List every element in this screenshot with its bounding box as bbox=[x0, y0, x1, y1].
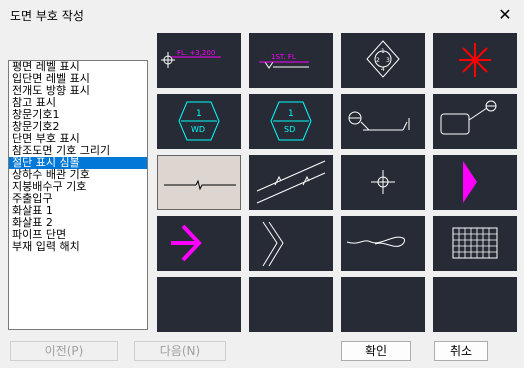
window-bottom-1: WD bbox=[191, 125, 205, 134]
cancel-button[interactable]: 취소 bbox=[434, 341, 488, 361]
symbol-window-1[interactable]: 1 WD bbox=[157, 94, 241, 149]
window-top-2: 1 bbox=[288, 109, 294, 119]
symbol-empty bbox=[341, 277, 425, 332]
symbol-reference[interactable] bbox=[433, 33, 517, 88]
window-top-1: 1 bbox=[196, 109, 202, 119]
dir-num-4: 4 bbox=[381, 66, 385, 73]
symbol-pipe[interactable] bbox=[249, 155, 333, 210]
title-bar: 도면 부호 작성 ✕ bbox=[0, 0, 524, 30]
symbol-pipe-section[interactable] bbox=[341, 216, 425, 271]
symbol-empty bbox=[433, 277, 517, 332]
symbol-window-2[interactable]: 1 SD bbox=[249, 94, 333, 149]
window-bottom-2: SD bbox=[284, 125, 295, 134]
symbol-level-elevation[interactable]: 1ST. FL bbox=[249, 33, 333, 88]
symbol-empty bbox=[249, 277, 333, 332]
symbol-cut-mark-selected[interactable] bbox=[157, 155, 241, 210]
dir-num-2: 2 bbox=[376, 57, 380, 64]
floor-label: 1ST. FL bbox=[271, 53, 296, 61]
symbol-arrow-1[interactable] bbox=[157, 216, 241, 271]
symbol-ref-drawing[interactable] bbox=[433, 94, 517, 149]
symbol-direction[interactable]: 1 2 3 4 bbox=[341, 33, 425, 88]
close-icon[interactable]: ✕ bbox=[494, 4, 516, 26]
prev-button[interactable]: 이전(P) bbox=[10, 341, 118, 361]
symbol-roof-drain[interactable] bbox=[341, 155, 425, 210]
symbol-section-mark[interactable] bbox=[341, 94, 425, 149]
list-item[interactable]: 부재 입력 해치 bbox=[9, 241, 147, 253]
window-title: 도면 부호 작성 bbox=[10, 9, 84, 23]
dir-num-1: 1 bbox=[381, 48, 385, 55]
symbol-arrow-2[interactable] bbox=[249, 216, 333, 271]
level-label: FL. +3,200 bbox=[177, 49, 215, 57]
symbol-list[interactable]: 평면 레벨 표시 입단면 레벨 표시 전개도 방향 표시 참고 표시 창문기호1… bbox=[8, 60, 148, 330]
symbol-grid: FL. +3,200 1ST. FL 1 2 3 4 1 WD 1 SD bbox=[157, 33, 519, 334]
next-button[interactable]: 다음(N) bbox=[134, 341, 226, 361]
symbol-main-entrance[interactable] bbox=[433, 155, 517, 210]
symbol-empty bbox=[157, 277, 241, 332]
symbol-hatch[interactable] bbox=[433, 216, 517, 271]
symbol-level-plan[interactable]: FL. +3,200 bbox=[157, 33, 241, 88]
dir-num-3: 3 bbox=[386, 57, 390, 64]
ok-button[interactable]: 확인 bbox=[341, 341, 411, 361]
